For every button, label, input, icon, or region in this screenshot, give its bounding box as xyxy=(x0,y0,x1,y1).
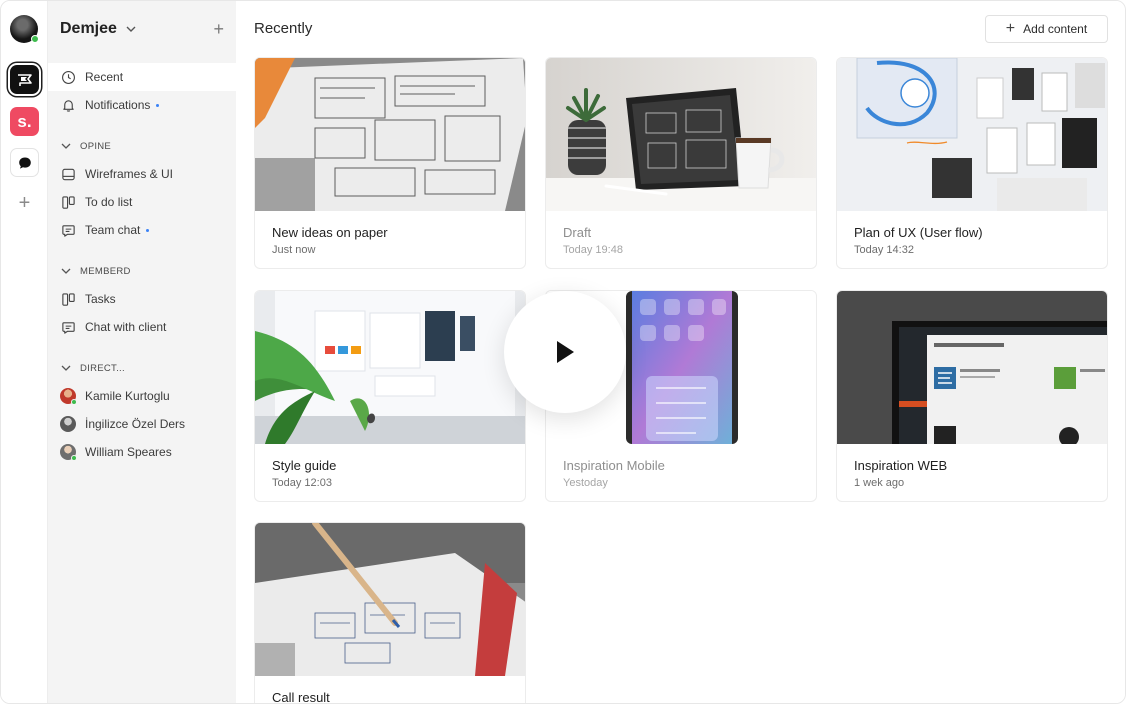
message-icon xyxy=(60,222,76,238)
workspace-name[interactable]: Demjee xyxy=(60,20,117,38)
card-timestamp: Today 14:32 xyxy=(854,244,914,256)
sidebar-item-todo[interactable]: To do list xyxy=(48,188,236,216)
card-thumbnail xyxy=(255,58,525,211)
avatar-slot xyxy=(60,444,77,461)
sidebar-item-dm-william[interactable]: William Speares xyxy=(48,438,236,466)
chevron-down-icon xyxy=(61,143,71,149)
new-item-plus-icon[interactable]: + xyxy=(213,20,224,38)
workspace-opine-button[interactable] xyxy=(10,65,39,94)
sidebar-item-label: Team chat xyxy=(85,223,141,237)
online-indicator xyxy=(71,455,77,461)
section-title: MEMBERD xyxy=(80,265,131,277)
chevron-down-icon[interactable] xyxy=(125,23,137,35)
content-card-new-ideas[interactable]: New ideas on paper Just now xyxy=(254,57,526,269)
sidebar-item-wireframes[interactable]: Wireframes & UI xyxy=(48,160,236,188)
card-timestamp: Today 12:03 xyxy=(272,477,332,489)
message-icon xyxy=(60,319,76,335)
avatar xyxy=(60,416,76,432)
sidebar-item-label: İngilizce Özel Ders xyxy=(85,417,186,431)
workspace-chat-button[interactable] xyxy=(10,148,39,177)
add-workspace-button[interactable]: + xyxy=(10,189,39,218)
card-title: Inspiration WEB xyxy=(854,458,948,473)
add-content-label: Add content xyxy=(1023,22,1088,36)
section-header-direct[interactable]: DIRECT... xyxy=(60,360,125,376)
sidebar-item-label: William Speares xyxy=(85,445,172,459)
flag-icon xyxy=(17,73,32,86)
avatar xyxy=(60,388,77,405)
sidebar: Demjee + Recent Notifications OPINE Wire… xyxy=(48,1,236,703)
avatar-slot xyxy=(60,388,77,405)
play-button[interactable] xyxy=(504,291,626,413)
chat-bubble-icon xyxy=(18,157,31,169)
card-title: Inspiration Mobile xyxy=(563,458,665,473)
sidebar-item-label: Recent xyxy=(85,70,124,84)
card-title: Style guide xyxy=(272,458,337,473)
card-title: Draft xyxy=(563,225,592,240)
avatar xyxy=(60,444,77,461)
section-title: DIRECT... xyxy=(80,362,125,374)
page-title: Recently xyxy=(254,20,313,37)
bell-icon xyxy=(60,97,76,113)
avatar-slot xyxy=(60,416,76,432)
unread-dot xyxy=(156,103,160,107)
card-thumbnail xyxy=(255,291,525,444)
online-indicator xyxy=(31,35,39,43)
sidebar-item-recent[interactable]: Recent xyxy=(48,63,236,91)
clock-icon xyxy=(60,69,76,85)
card-thumbnail xyxy=(546,58,816,211)
section-header-memberd[interactable]: MEMBERD xyxy=(60,263,131,279)
content-card-inspiration-web[interactable]: Inspiration WEB 1 wek ago xyxy=(836,290,1108,502)
workspace-rail: s. + xyxy=(1,1,48,703)
content-card-call-result[interactable]: Call result xyxy=(254,522,526,704)
kanban-icon xyxy=(60,291,76,307)
card-thumbnail xyxy=(255,523,525,676)
card-thumbnail xyxy=(837,58,1107,211)
content-card-style-guide[interactable]: Style guide Today 12:03 xyxy=(254,290,526,502)
sidebar-item-label: Tasks xyxy=(85,292,116,306)
app-window: s. + Demjee + Recent Notifications OPINE… xyxy=(0,0,1126,704)
card-title: Call result xyxy=(272,690,330,704)
sidebar-item-tasks[interactable]: Tasks xyxy=(48,285,236,313)
user-avatar[interactable] xyxy=(10,15,39,43)
board-icon xyxy=(60,166,76,182)
online-indicator xyxy=(71,399,77,405)
chevron-down-icon xyxy=(61,365,71,371)
chevron-down-icon xyxy=(61,268,71,274)
card-timestamp: Today 19:48 xyxy=(563,244,623,256)
sidebar-item-chat-with-client[interactable]: Chat with client xyxy=(48,313,236,341)
sidebar-item-label: To do list xyxy=(85,195,133,209)
add-content-button[interactable]: + Add content xyxy=(985,15,1108,43)
kanban-icon xyxy=(60,194,76,210)
section-header-opine[interactable]: OPINE xyxy=(60,138,111,154)
card-timestamp: Just now xyxy=(272,244,316,256)
sidebar-item-team-chat[interactable]: Team chat xyxy=(48,216,236,244)
card-thumbnail xyxy=(837,291,1107,444)
section-title: OPINE xyxy=(80,140,112,152)
sidebar-item-notifications[interactable]: Notifications xyxy=(48,91,236,119)
sidebar-item-label: Wireframes & UI xyxy=(85,167,174,181)
card-title: New ideas on paper xyxy=(272,225,388,240)
unread-dot xyxy=(146,228,150,232)
plus-icon: + xyxy=(1005,20,1016,37)
plus-icon: + xyxy=(18,192,31,214)
sidebar-item-dm-ingilizce[interactable]: İngilizce Özel Ders xyxy=(48,410,236,438)
content-card-draft[interactable]: Draft Today 19:48 xyxy=(545,57,817,269)
card-timestamp: Yestoday xyxy=(563,477,608,489)
main-content: Recently + Add content New ideas on pape… xyxy=(236,1,1125,704)
card-title: Plan of UX (User flow) xyxy=(854,225,983,240)
content-card-plan-ux[interactable]: Plan of UX (User flow) Today 14:32 xyxy=(836,57,1108,269)
sidebar-item-label: Notifications xyxy=(85,98,151,112)
play-icon xyxy=(557,341,574,363)
sidebar-item-label: Kamile Kurtoglu xyxy=(85,389,170,403)
card-timestamp: 1 wek ago xyxy=(854,477,905,489)
sidebar-item-label: Chat with client xyxy=(85,320,167,334)
sidebar-item-dm-kamile[interactable]: Kamile Kurtoglu xyxy=(48,382,236,410)
workspace-s-letter: s. xyxy=(17,111,32,131)
workspace-s-button[interactable]: s. xyxy=(10,107,39,136)
workspace-header: Demjee + xyxy=(60,18,224,40)
